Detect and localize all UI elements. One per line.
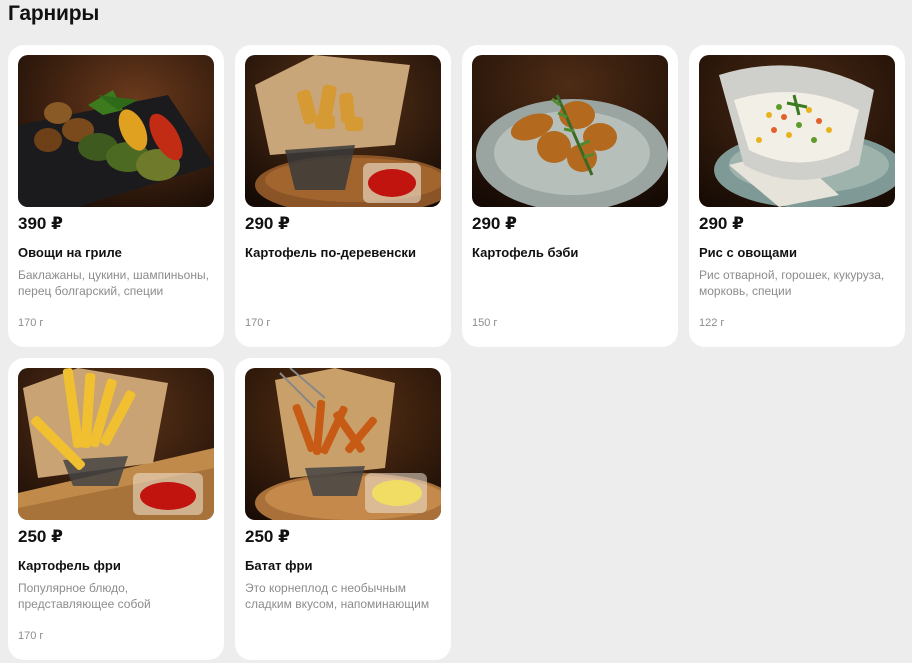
product-weight: 150 г xyxy=(472,317,498,329)
product-price: 390 ₽ xyxy=(18,214,63,233)
product-card[interactable]: 290 ₽ Рис с овощами Рис отварной, гороше… xyxy=(689,45,905,347)
product-description xyxy=(472,267,668,299)
product-name: Батат фри xyxy=(245,558,313,573)
product-photo-sweet-potato-fries[interactable] xyxy=(245,368,441,520)
product-price: 250 ₽ xyxy=(18,527,63,546)
product-card[interactable]: 250 ₽ Картофель фри Популярное блюдо, пр… xyxy=(8,358,224,660)
product-name: Овощи на гриле xyxy=(18,245,122,260)
product-name: Картофель бэби xyxy=(472,245,579,260)
product-description xyxy=(245,267,441,299)
product-card[interactable]: 290 ₽ Картофель бэби 150 г xyxy=(462,45,678,347)
product-card[interactable]: 390 ₽ Овощи на гриле Баклажаны, цукини, … xyxy=(8,45,224,347)
product-weight: 122 г xyxy=(699,317,725,329)
product-description: Это корнеплод с необычным сладким вкусом… xyxy=(245,581,430,611)
product-photo-baby-potatoes[interactable] xyxy=(472,55,668,207)
product-description: Баклажаны, цукини, шампиньоны, перец бол… xyxy=(18,268,209,298)
product-weight: 170 г xyxy=(18,630,44,642)
product-photo-rice-with-vegetables[interactable] xyxy=(699,55,895,207)
section-title: Гарниры xyxy=(8,2,100,25)
product-price: 290 ₽ xyxy=(472,214,517,233)
product-name: Картофель по-деревенски xyxy=(245,245,416,260)
product-card[interactable]: 290 ₽ Картофель по-деревенски 170 г xyxy=(235,45,451,347)
product-photo-country-potatoes[interactable] xyxy=(245,55,441,207)
product-photo-french-fries[interactable] xyxy=(18,368,214,520)
product-weight: 170 г xyxy=(18,317,44,329)
product-price: 290 ₽ xyxy=(245,214,290,233)
product-description: Рис отварной, горошек, кукуруза, морковь… xyxy=(699,268,885,298)
product-name: Картофель фри xyxy=(18,558,121,573)
menu-page: Гарниры 390 ₽ Овощи на гриле Баклажаны, … xyxy=(0,0,912,663)
product-photo-grilled-vegetables[interactable] xyxy=(18,55,214,207)
product-price: 250 ₽ xyxy=(245,527,290,546)
product-description: Популярное блюдо, представляющее собой xyxy=(18,581,151,611)
product-weight: 170 г xyxy=(245,317,271,329)
product-name: Рис с овощами xyxy=(699,245,798,260)
product-grid: 390 ₽ Овощи на гриле Баклажаны, цукини, … xyxy=(8,45,905,660)
product-card[interactable]: 250 ₽ Батат фри Это корнеплод с необычны… xyxy=(235,358,451,660)
product-price: 290 ₽ xyxy=(699,214,744,233)
